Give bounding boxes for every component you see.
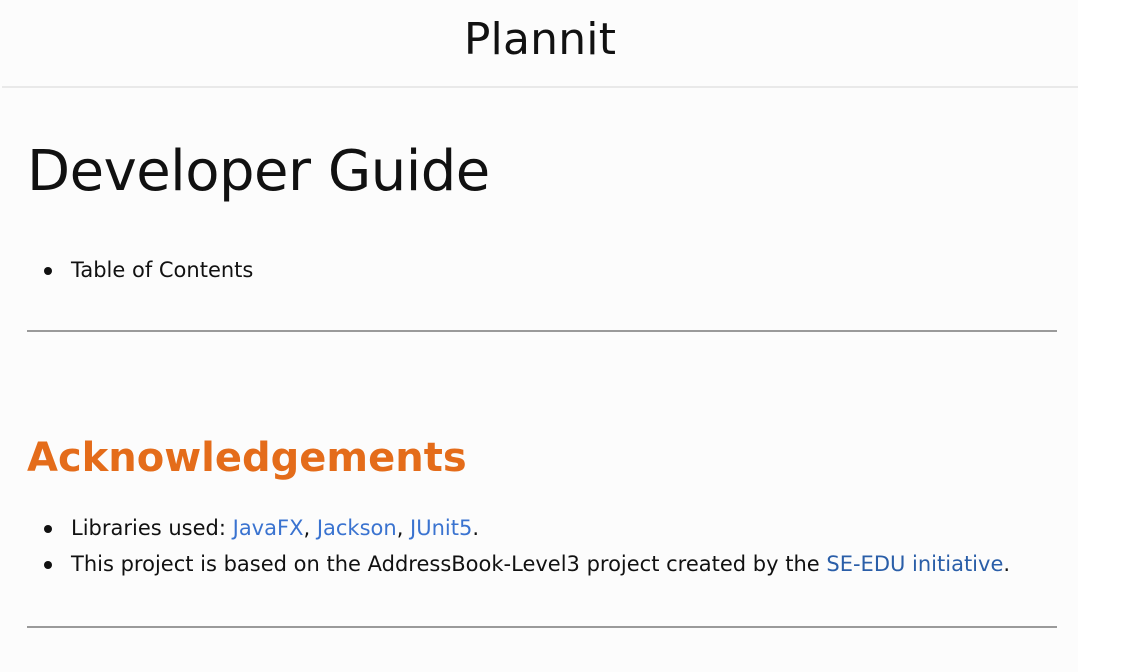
section-divider xyxy=(27,626,1057,628)
acknowledgements-heading: Acknowledgements xyxy=(27,435,467,481)
site-header: Plannit xyxy=(2,0,1078,88)
acknowledgements-list: Libraries used: JavaFX, Jackson, JUnit5.… xyxy=(27,510,1010,582)
page: Plannit Developer Guide Table of Content… xyxy=(0,0,1078,672)
section-divider xyxy=(27,330,1057,332)
link-se-edu-initiative[interactable]: SE-EDU initiative xyxy=(826,552,1003,576)
libraries-prefix: Libraries used: xyxy=(71,516,233,540)
list-end: . xyxy=(472,516,480,540)
link-javafx[interactable]: JavaFX xyxy=(233,516,304,540)
site-title[interactable]: Plannit xyxy=(464,14,616,65)
list-item: This project is based on the AddressBook… xyxy=(27,546,1010,582)
page-title: Developer Guide xyxy=(27,139,490,204)
list-separator: , xyxy=(396,516,411,540)
toc-item-label: Table of Contents xyxy=(71,258,254,282)
table-of-contents-list: Table of Contents xyxy=(27,252,253,288)
link-jackson[interactable]: Jackson xyxy=(317,516,397,540)
based-on-suffix: . xyxy=(1003,552,1011,576)
link-junit5[interactable]: JUnit5 xyxy=(410,516,472,540)
list-separator: , xyxy=(303,516,317,540)
based-on-prefix: This project is based on the AddressBook… xyxy=(71,552,827,576)
list-item: Libraries used: JavaFX, Jackson, JUnit5. xyxy=(27,510,1010,546)
toc-item[interactable]: Table of Contents xyxy=(27,252,253,288)
